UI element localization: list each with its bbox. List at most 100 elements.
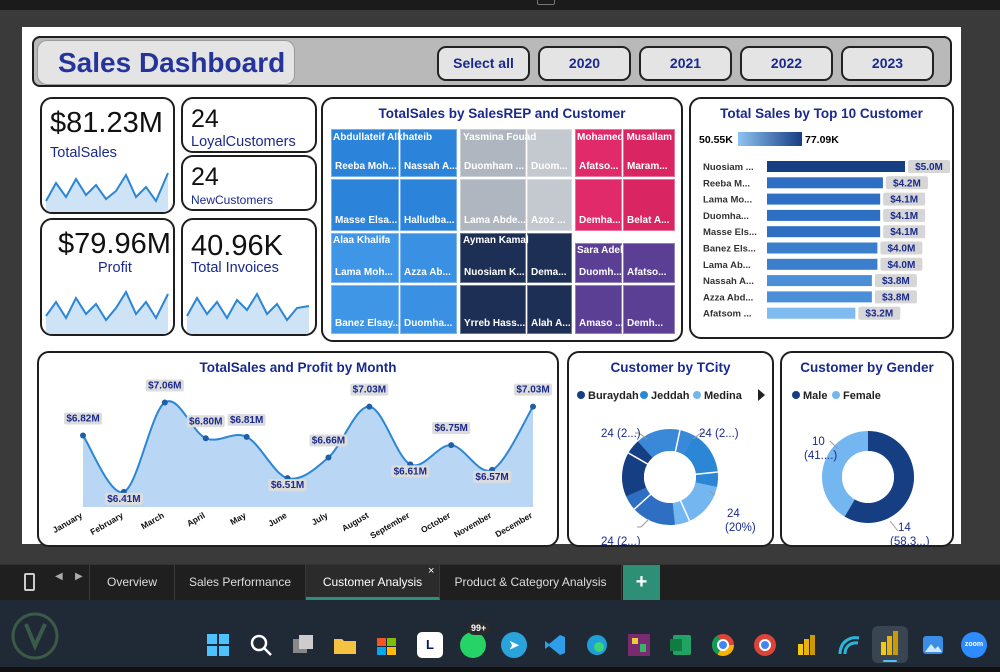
customer-bar xyxy=(767,161,905,172)
treemap-cell[interactable]: Demha... xyxy=(575,179,622,231)
scale-min: 50.55K xyxy=(699,134,733,146)
data-label: $7.03M xyxy=(516,385,549,396)
watermark-logo-icon xyxy=(11,612,59,660)
chrome-icon[interactable] xyxy=(710,632,736,658)
rep-label: Ayman Kamal xyxy=(463,235,529,246)
data-label: $6.80M xyxy=(189,416,222,427)
new-customers-label: NewCustomers xyxy=(191,193,274,207)
profit-sparkline xyxy=(45,289,169,334)
month-tick-label: April xyxy=(185,510,207,528)
city-donut: 24 (2...) 24 (2...) 24 (20%) 24 (2...) xyxy=(601,428,756,545)
zoom-icon[interactable]: zoom xyxy=(961,632,987,658)
data-point xyxy=(202,435,209,442)
search-icon[interactable] xyxy=(248,632,274,658)
svg-text:14: 14 xyxy=(898,522,911,534)
year-2021-button[interactable]: 2021 xyxy=(639,46,732,81)
treemap-cell-label: Nuosiam K... xyxy=(464,267,525,278)
treemap-cell-label: Reeba Moh... xyxy=(335,161,397,172)
treemap-cell[interactable]: Amaso ... xyxy=(575,285,623,334)
customer-label: Azza Abd... xyxy=(703,292,753,303)
customer-bar xyxy=(767,193,881,205)
treemap-cell[interactable]: Dema... xyxy=(527,233,572,283)
treemap-cell[interactable]: Afatso... xyxy=(623,243,675,283)
header-bar: Sales Dashboard Select all 2020 2021 202… xyxy=(32,36,952,87)
tab-sales-performance[interactable]: Sales Performance xyxy=(175,565,306,600)
data-label: $6.57M xyxy=(475,472,508,483)
color-scale xyxy=(738,132,802,146)
gender-legend-female[interactable]: Female xyxy=(832,390,881,402)
month-chart-title: TotalSales and Profit by Month xyxy=(199,360,397,375)
treemap-cell-label: Afatso... xyxy=(627,267,667,278)
whatsapp-icon[interactable]: 99+ xyxy=(460,622,490,658)
power-bi-active-icon[interactable] xyxy=(872,626,908,663)
treemap-cell[interactable]: Halludba... xyxy=(400,179,457,231)
city-legend-buraydah[interactable]: Buraydah xyxy=(577,390,639,402)
treemap-cell[interactable]: Yrreb Hass... xyxy=(460,285,526,334)
chrome-profile-icon[interactable] xyxy=(752,632,778,658)
city-card: Customer by TCity Buraydah Jeddah Medina… xyxy=(567,351,774,547)
treemap-cell-label: Halludba... xyxy=(404,215,455,226)
tab-customer-analysis[interactable]: Customer Analysis xyxy=(306,565,440,600)
treemap-cell[interactable]: Masse Elsa... xyxy=(331,179,399,231)
treemap-cell[interactable]: Azoz ... xyxy=(527,179,572,231)
svg-text:(20%): (20%) xyxy=(725,522,756,534)
customer-label: Lama Mo... xyxy=(703,195,752,206)
customer-value-label: $4.0M xyxy=(888,244,916,255)
treemap-cell-label: Afatso... xyxy=(579,161,619,172)
file-explorer-icon[interactable] xyxy=(332,632,358,658)
treemap-cell[interactable]: Duomha... xyxy=(400,285,457,334)
treemap-cell-label: Banez Elsay... xyxy=(335,318,401,329)
treemap-cell-label: Azza Ab... xyxy=(404,267,451,278)
treemap-cell[interactable]: Alah A... xyxy=(527,285,572,334)
windows-start-icon[interactable] xyxy=(205,632,231,658)
treemap-cell[interactable]: Banez Elsay... xyxy=(331,285,401,334)
customer-value-label: $4.2M xyxy=(893,178,921,189)
photos-icon[interactable] xyxy=(920,632,946,658)
edge-icon[interactable] xyxy=(584,632,610,658)
prev-page-icon[interactable]: ◀ xyxy=(55,571,63,582)
svg-text:10: 10 xyxy=(812,436,825,448)
svg-text:24 (2...): 24 (2...) xyxy=(699,428,739,440)
tab-product-category-analysis[interactable]: Product & Category Analysis xyxy=(440,565,622,600)
scale-max: 77.09K xyxy=(805,134,839,146)
microsoft-store-icon[interactable] xyxy=(374,632,400,658)
select-all-button[interactable]: Select all xyxy=(437,46,530,81)
vscode-icon[interactable] xyxy=(542,632,568,658)
customer-value-label: $3.8M xyxy=(882,276,910,287)
year-2023-button[interactable]: 2023 xyxy=(841,46,934,81)
rep-label: Mohamed Musallam xyxy=(577,132,673,143)
l-app-icon[interactable]: L xyxy=(417,632,443,658)
customer-value-label: $4.1M xyxy=(890,227,918,238)
mobile-layout-icon[interactable] xyxy=(24,573,35,591)
gender-card: Customer by Gender Male Female 10 (41...… xyxy=(780,351,954,547)
svg-text:(41....): (41....) xyxy=(804,450,837,462)
profit-card: $79.96M Profit xyxy=(40,218,175,336)
tab-overview[interactable]: Overview xyxy=(89,565,175,600)
power-bi-icon[interactable] xyxy=(794,632,820,658)
task-view-icon[interactable] xyxy=(290,632,316,658)
year-2020-button[interactable]: 2020 xyxy=(538,46,631,81)
treemap-cell[interactable]: Belat A... xyxy=(623,179,675,231)
excel-icon[interactable] xyxy=(668,632,694,658)
telegram-icon[interactable]: ➤ xyxy=(501,632,527,658)
customer-label: Afatsom ... xyxy=(703,309,752,320)
treemap-cell[interactable]: Demh... xyxy=(623,285,675,334)
month-tick-label: September xyxy=(368,510,412,541)
add-page-button[interactable]: + xyxy=(623,565,660,600)
legend-next-arrow-icon[interactable] xyxy=(758,389,765,401)
gender-legend-male[interactable]: Male xyxy=(792,390,827,402)
next-page-icon[interactable]: ▶ xyxy=(75,571,83,582)
year-2022-button[interactable]: 2022 xyxy=(740,46,833,81)
wave-app-icon[interactable] xyxy=(836,632,862,658)
rep-label: Yasmina Fouad xyxy=(463,132,537,143)
game-app-icon[interactable] xyxy=(626,632,652,658)
month-chart-card: TotalSales and Profit by Month $6.82M Jan… xyxy=(37,351,559,547)
city-legend-jeddah[interactable]: Jeddah xyxy=(640,390,690,402)
treemap-cell[interactable]: Lama Abde... xyxy=(460,179,526,231)
invoices-value: 40.96K xyxy=(191,230,283,262)
close-tab-icon[interactable]: × xyxy=(428,565,434,577)
treemap-cell[interactable]: Azza Ab... xyxy=(400,233,457,283)
customer-value-label: $5.0M xyxy=(915,162,943,173)
svg-text:24: 24 xyxy=(727,508,740,520)
city-legend-medina[interactable]: Medina xyxy=(693,390,742,402)
